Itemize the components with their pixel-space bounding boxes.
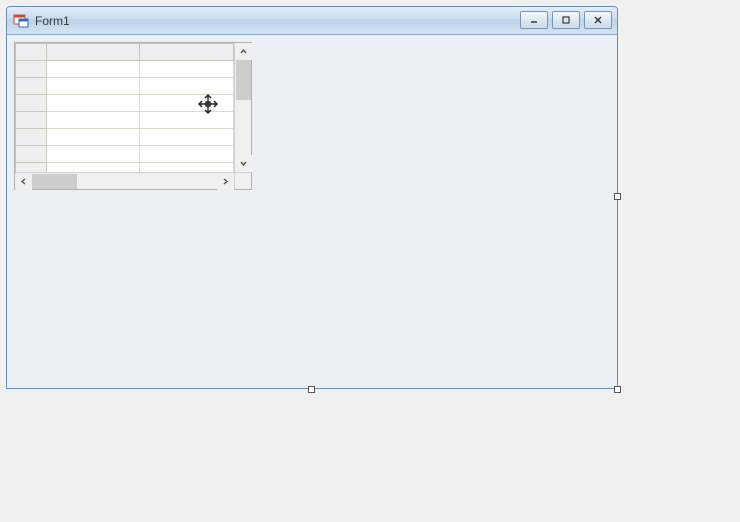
grid-cell[interactable] xyxy=(46,61,140,78)
client-area xyxy=(8,36,616,387)
grid-row-header[interactable] xyxy=(16,95,47,112)
grid-row-header[interactable] xyxy=(16,129,47,146)
grid-cell[interactable] xyxy=(46,163,140,173)
scroll-corner xyxy=(234,172,251,189)
selection-handle-corner[interactable] xyxy=(614,386,621,393)
scroll-thumb[interactable] xyxy=(236,60,251,100)
grid-corner-cell[interactable] xyxy=(16,44,47,61)
minimize-button[interactable] xyxy=(520,11,548,29)
grid-cell[interactable] xyxy=(140,112,234,129)
selection-handle-right[interactable] xyxy=(614,193,621,200)
form-window: Form1 xyxy=(6,6,618,389)
window-buttons xyxy=(520,11,612,29)
grid-cell[interactable] xyxy=(46,112,140,129)
scroll-left-button[interactable] xyxy=(15,173,32,190)
scroll-down-button[interactable] xyxy=(235,155,252,172)
close-button[interactable] xyxy=(584,11,612,29)
selection-handle-bottom[interactable] xyxy=(308,386,315,393)
grid-row-header[interactable] xyxy=(16,163,47,173)
vertical-scrollbar[interactable] xyxy=(234,43,251,172)
grid-cell[interactable] xyxy=(140,61,234,78)
grid-table xyxy=(15,43,234,172)
grid-column-header[interactable] xyxy=(46,44,140,61)
grid-row-header[interactable] xyxy=(16,112,47,129)
grid-cell[interactable] xyxy=(46,78,140,95)
grid-row-header[interactable] xyxy=(16,61,47,78)
horizontal-scrollbar[interactable] xyxy=(15,172,234,189)
window-title: Form1 xyxy=(35,14,70,28)
grid-cell[interactable] xyxy=(46,146,140,163)
grid-viewport xyxy=(15,43,234,172)
grid-cell[interactable] xyxy=(140,95,234,112)
grid-row-header[interactable] xyxy=(16,78,47,95)
scroll-up-button[interactable] xyxy=(235,43,252,60)
datagridview[interactable] xyxy=(14,42,252,190)
grid-cell[interactable] xyxy=(140,163,234,173)
grid-cell[interactable] xyxy=(46,129,140,146)
scroll-thumb[interactable] xyxy=(32,174,77,189)
grid-cell[interactable] xyxy=(140,129,234,146)
grid-cell[interactable] xyxy=(140,78,234,95)
grid-cell[interactable] xyxy=(46,95,140,112)
form-icon xyxy=(13,13,29,29)
scroll-right-button[interactable] xyxy=(217,173,234,190)
titlebar[interactable]: Form1 xyxy=(7,7,617,35)
grid-column-header[interactable] xyxy=(140,44,234,61)
grid-row-header[interactable] xyxy=(16,146,47,163)
maximize-button[interactable] xyxy=(552,11,580,29)
grid-cell[interactable] xyxy=(140,146,234,163)
